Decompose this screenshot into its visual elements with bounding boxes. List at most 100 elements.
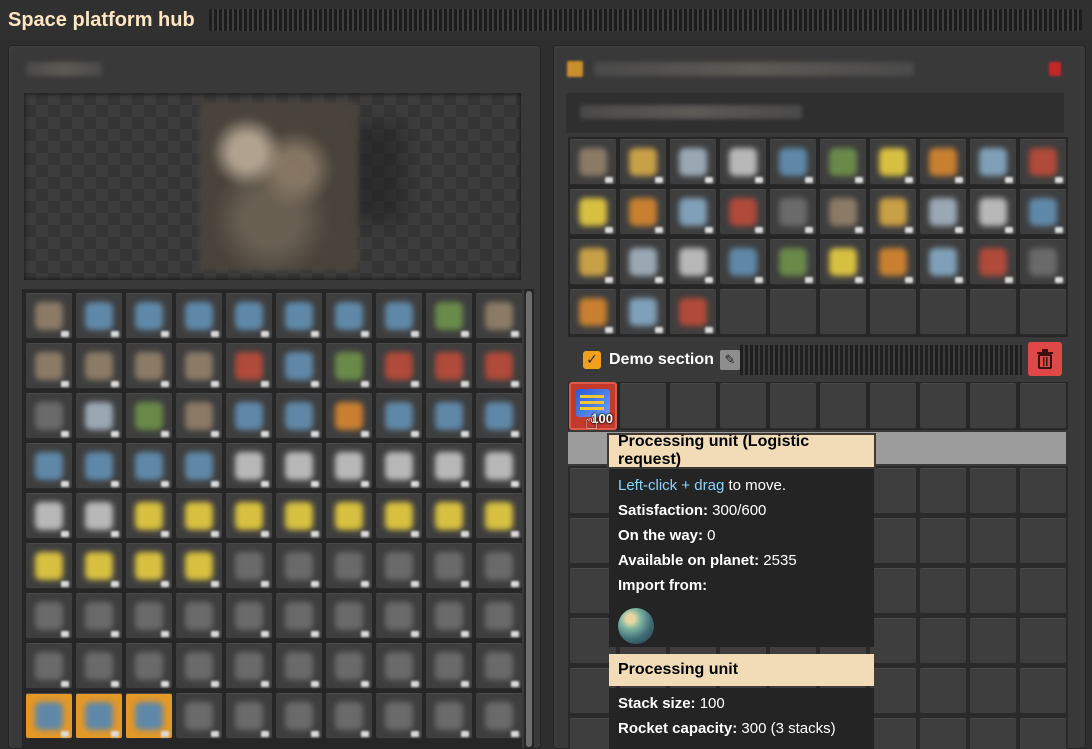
inventory-slot[interactable] <box>126 393 172 439</box>
inventory-slot[interactable] <box>176 693 222 739</box>
inventory-slot[interactable] <box>426 643 472 689</box>
inventory-slot[interactable] <box>1020 668 1066 714</box>
inventory-scrollbar[interactable] <box>524 289 534 749</box>
inventory-slot[interactable] <box>376 543 422 589</box>
inventory-slot[interactable] <box>920 289 966 335</box>
inventory-slot[interactable] <box>870 239 916 285</box>
inventory-slot[interactable] <box>970 383 1016 429</box>
inventory-slot[interactable] <box>820 189 866 235</box>
inventory-slot[interactable] <box>176 293 222 339</box>
inventory-slot[interactable] <box>1020 718 1066 749</box>
inventory-slot[interactable] <box>126 493 172 539</box>
inventory-slot[interactable] <box>226 693 272 739</box>
inventory-slot[interactable] <box>570 139 616 185</box>
inventory-slot[interactable] <box>426 393 472 439</box>
inventory-slot[interactable] <box>376 443 422 489</box>
inventory-slot[interactable] <box>476 343 522 389</box>
inventory-slot[interactable] <box>326 543 372 589</box>
inventory-slot[interactable] <box>76 443 122 489</box>
inventory-slot[interactable] <box>326 393 372 439</box>
inventory-slot[interactable] <box>970 718 1016 749</box>
inventory-slot[interactable] <box>376 393 422 439</box>
inventory-slot[interactable] <box>870 718 916 749</box>
inventory-slot[interactable] <box>126 543 172 589</box>
inventory-slot[interactable] <box>970 289 1016 335</box>
inventory-slot[interactable] <box>870 289 916 335</box>
hub-inventory-grid[interactable] <box>22 289 522 749</box>
inventory-slot[interactable] <box>26 393 72 439</box>
inventory-slot[interactable] <box>970 518 1016 564</box>
inventory-slot[interactable] <box>920 239 966 285</box>
inventory-slot[interactable] <box>1020 518 1066 564</box>
inventory-slot[interactable] <box>26 693 72 739</box>
inventory-slot[interactable] <box>620 289 666 335</box>
scrollbar-thumb[interactable] <box>526 291 532 747</box>
inventory-slot[interactable] <box>670 139 716 185</box>
inventory-slot[interactable] <box>970 618 1016 664</box>
inventory-slot[interactable] <box>426 343 472 389</box>
inventory-slot[interactable] <box>276 543 322 589</box>
inventory-slot[interactable] <box>720 289 766 335</box>
inventory-slot[interactable] <box>326 443 372 489</box>
inventory-slot[interactable] <box>620 189 666 235</box>
section-drag-handle[interactable] <box>740 345 1022 375</box>
inventory-slot[interactable] <box>276 593 322 639</box>
inventory-slot[interactable] <box>1020 618 1066 664</box>
inventory-slot[interactable] <box>226 393 272 439</box>
delete-section-button[interactable] <box>1028 342 1062 376</box>
inventory-slot[interactable] <box>970 668 1016 714</box>
inventory-slot[interactable] <box>770 383 816 429</box>
inventory-slot[interactable] <box>920 618 966 664</box>
construction-requests-grid[interactable] <box>568 137 1068 337</box>
inventory-slot[interactable] <box>326 643 372 689</box>
inventory-slot[interactable] <box>426 543 472 589</box>
inventory-slot[interactable] <box>670 239 716 285</box>
inventory-slot[interactable] <box>176 593 222 639</box>
inventory-slot[interactable] <box>126 343 172 389</box>
inventory-slot[interactable] <box>870 618 916 664</box>
inventory-slot[interactable] <box>720 139 766 185</box>
inventory-slot[interactable] <box>226 643 272 689</box>
inventory-slot[interactable] <box>870 568 916 614</box>
inventory-slot[interactable] <box>126 593 172 639</box>
edit-section-button[interactable]: ✎ <box>719 350 740 370</box>
inventory-slot[interactable] <box>820 239 866 285</box>
inventory-slot[interactable] <box>426 443 472 489</box>
inventory-slot[interactable] <box>770 239 816 285</box>
inventory-slot[interactable] <box>476 593 522 639</box>
inventory-slot[interactable] <box>26 493 72 539</box>
inventory-slot[interactable] <box>770 189 816 235</box>
inventory-slot[interactable] <box>870 468 916 514</box>
inventory-slot[interactable] <box>570 189 616 235</box>
inventory-slot[interactable] <box>76 593 122 639</box>
inventory-slot[interactable] <box>76 693 122 739</box>
inventory-slot[interactable] <box>970 239 1016 285</box>
inventory-slot[interactable] <box>226 293 272 339</box>
inventory-slot[interactable] <box>670 189 716 235</box>
inventory-slot[interactable] <box>570 289 616 335</box>
inventory-slot[interactable] <box>570 239 616 285</box>
inventory-slot[interactable] <box>770 289 816 335</box>
inventory-slot[interactable] <box>920 139 966 185</box>
section-slots[interactable] <box>568 382 1068 430</box>
section-enabled-checkbox[interactable]: ✓ <box>583 351 601 369</box>
inventory-slot[interactable] <box>26 343 72 389</box>
inventory-slot[interactable] <box>1020 383 1066 429</box>
inventory-slot[interactable] <box>920 718 966 749</box>
inventory-slot[interactable] <box>276 493 322 539</box>
inventory-slot[interactable] <box>820 289 866 335</box>
inventory-slot[interactable] <box>76 343 122 389</box>
inventory-slot[interactable] <box>376 643 422 689</box>
inventory-slot[interactable] <box>276 293 322 339</box>
inventory-slot[interactable] <box>476 493 522 539</box>
inventory-slot[interactable] <box>870 518 916 564</box>
inventory-slot[interactable] <box>276 643 322 689</box>
inventory-slot[interactable] <box>920 518 966 564</box>
inventory-slot[interactable] <box>476 443 522 489</box>
inventory-slot[interactable] <box>276 393 322 439</box>
inventory-slot[interactable] <box>770 139 816 185</box>
inventory-slot[interactable] <box>1020 289 1066 335</box>
inventory-slot[interactable] <box>970 468 1016 514</box>
inventory-slot[interactable] <box>1020 239 1066 285</box>
inventory-slot[interactable] <box>126 643 172 689</box>
